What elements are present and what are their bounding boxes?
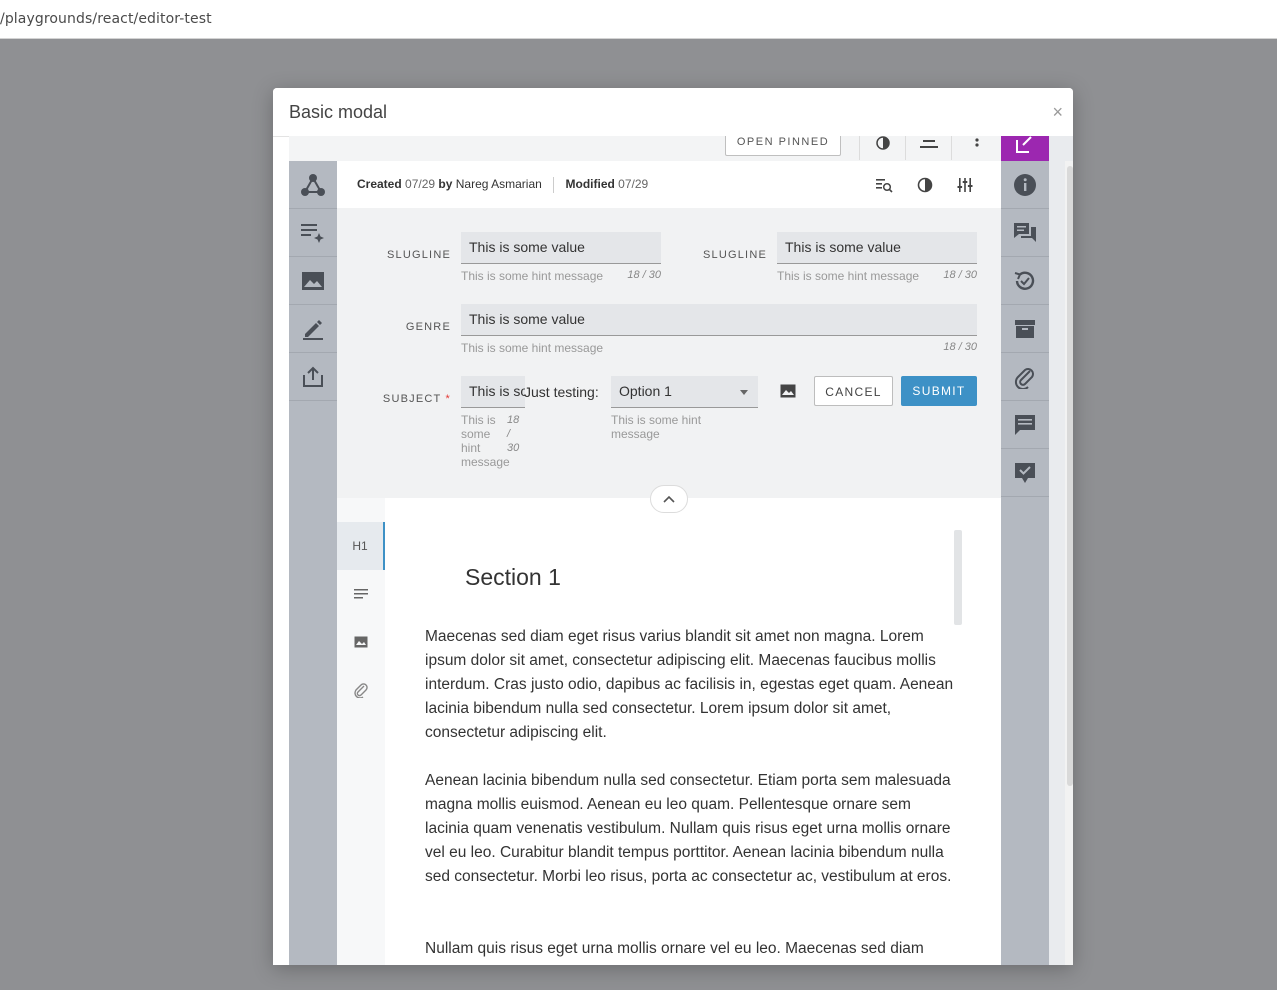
modal-header: Basic modal × bbox=[273, 88, 1073, 137]
genre-count: 18 / 30 bbox=[943, 341, 977, 353]
created-date: 07/29 bbox=[405, 177, 436, 192]
slugline-input[interactable]: This is some value bbox=[461, 232, 661, 264]
contrast-icon[interactable] bbox=[859, 136, 906, 160]
paragraph-2[interactable]: Aenean lacinia bibendum nulla sed consec… bbox=[425, 769, 955, 889]
slugline-hint: This is some hint message bbox=[461, 269, 604, 283]
genre-label: GENRE bbox=[405, 321, 451, 333]
select-value: Option 1 bbox=[619, 383, 672, 399]
select-hint: This is some hint message bbox=[611, 413, 702, 441]
top-toolbar: OPEN PINNED bbox=[289, 136, 1001, 162]
modal-title: Basic modal bbox=[289, 102, 388, 122]
main-panel: Created 07/29 by Nareg Asmarian Modified… bbox=[337, 161, 1001, 965]
collapse-button[interactable] bbox=[650, 485, 688, 513]
editor-tabs: H1 bbox=[337, 498, 386, 965]
section-title[interactable]: Section 1 bbox=[465, 564, 561, 591]
subject-label: SUBJECT * bbox=[357, 393, 451, 405]
paragraph-3[interactable]: Nullam quis risus eget urna mollis ornar… bbox=[425, 937, 955, 961]
meta-bar: Created 07/29 by Nareg Asmarian Modified… bbox=[337, 161, 1001, 209]
subject-hint: This is some hint message bbox=[461, 413, 510, 469]
history-check-icon[interactable] bbox=[1001, 257, 1049, 305]
slugline2-count: 18 / 30 bbox=[943, 269, 977, 281]
more-icon[interactable] bbox=[951, 136, 1002, 160]
outer-scrollbar-thumb[interactable] bbox=[1067, 166, 1073, 786]
left-sidebar bbox=[289, 161, 337, 965]
message-icon[interactable] bbox=[1001, 401, 1049, 449]
created-label: Created bbox=[357, 177, 402, 192]
image-icon[interactable] bbox=[337, 618, 385, 666]
close-icon[interactable]: × bbox=[1052, 102, 1063, 123]
slugline2-input[interactable]: This is some value bbox=[777, 232, 977, 264]
by-label: by bbox=[438, 177, 453, 192]
basic-modal: Basic modal × OPEN PINNED Created 07/29 … bbox=[273, 88, 1073, 965]
slugline2-hint: This is some hint message bbox=[777, 269, 920, 283]
meta-divider bbox=[553, 177, 555, 193]
image-icon[interactable] bbox=[289, 257, 337, 305]
subject-count: 18 / 30 bbox=[507, 414, 520, 454]
checkbox-message-icon[interactable] bbox=[1001, 449, 1049, 497]
testing-label: Just testing: bbox=[524, 384, 599, 400]
form-area: SLUGLINE This is some value This is some… bbox=[337, 208, 1001, 499]
open-pinned-button[interactable]: OPEN PINNED bbox=[725, 136, 841, 156]
modal-body: OPEN PINNED Created 07/29 by Nareg Asmar… bbox=[289, 136, 1073, 965]
modified-label: Modified bbox=[565, 177, 615, 192]
layout-icon[interactable] bbox=[905, 136, 952, 160]
paragraph-icon[interactable] bbox=[337, 570, 385, 618]
right-sidebar bbox=[1001, 136, 1049, 965]
slugline-label: SLUGLINE bbox=[386, 249, 451, 261]
option-select[interactable]: Option 1 bbox=[611, 376, 758, 408]
edit-box-icon[interactable] bbox=[1001, 136, 1049, 161]
sliders-icon[interactable] bbox=[953, 173, 977, 197]
tab-h1[interactable]: H1 bbox=[337, 522, 385, 570]
address-bar[interactable]: /playgrounds/react/editor-test bbox=[0, 0, 1277, 39]
modified-date: 07/29 bbox=[618, 177, 649, 192]
slugline2-label: SLUGLINE bbox=[702, 249, 767, 261]
cancel-button[interactable]: CANCEL bbox=[814, 376, 893, 406]
submit-button[interactable]: SUBMIT bbox=[901, 376, 977, 406]
preview-search-icon[interactable] bbox=[872, 173, 896, 197]
slugline-count: 18 / 30 bbox=[627, 269, 661, 281]
export-icon[interactable] bbox=[289, 353, 337, 401]
subject-label-text: SUBJECT bbox=[382, 393, 442, 405]
attachment-icon[interactable] bbox=[337, 666, 385, 714]
editor-scrollbar[interactable] bbox=[954, 530, 962, 625]
genre-input[interactable]: This is some value bbox=[461, 304, 977, 336]
required-marker: * bbox=[445, 393, 451, 405]
subject-input[interactable]: This is some value bbox=[461, 376, 525, 408]
address-url[interactable]: /playgrounds/react/editor-test bbox=[0, 11, 212, 27]
graph-icon[interactable] bbox=[289, 161, 337, 209]
text-magic-icon[interactable] bbox=[289, 209, 337, 257]
comments-icon[interactable] bbox=[1001, 209, 1049, 257]
attachment-icon[interactable] bbox=[1001, 353, 1049, 401]
archive-icon[interactable] bbox=[1001, 305, 1049, 353]
contrast-icon[interactable] bbox=[913, 173, 937, 197]
genre-hint: This is some hint message bbox=[461, 341, 604, 355]
paragraph-1[interactable]: Maecenas sed diam eget risus varius blan… bbox=[425, 625, 955, 745]
chevron-up-icon bbox=[663, 495, 675, 503]
chevron-down-icon bbox=[740, 390, 748, 395]
editor-content[interactable]: Section 1 Maecenas sed diam eget risus v… bbox=[385, 498, 1001, 965]
meta-info: Created 07/29 by Nareg Asmarian Modified… bbox=[357, 177, 648, 193]
edit-icon[interactable] bbox=[289, 305, 337, 353]
info-icon[interactable] bbox=[1001, 161, 1049, 209]
image-icon[interactable] bbox=[780, 384, 798, 400]
author-name: Nareg Asmarian bbox=[455, 177, 542, 192]
